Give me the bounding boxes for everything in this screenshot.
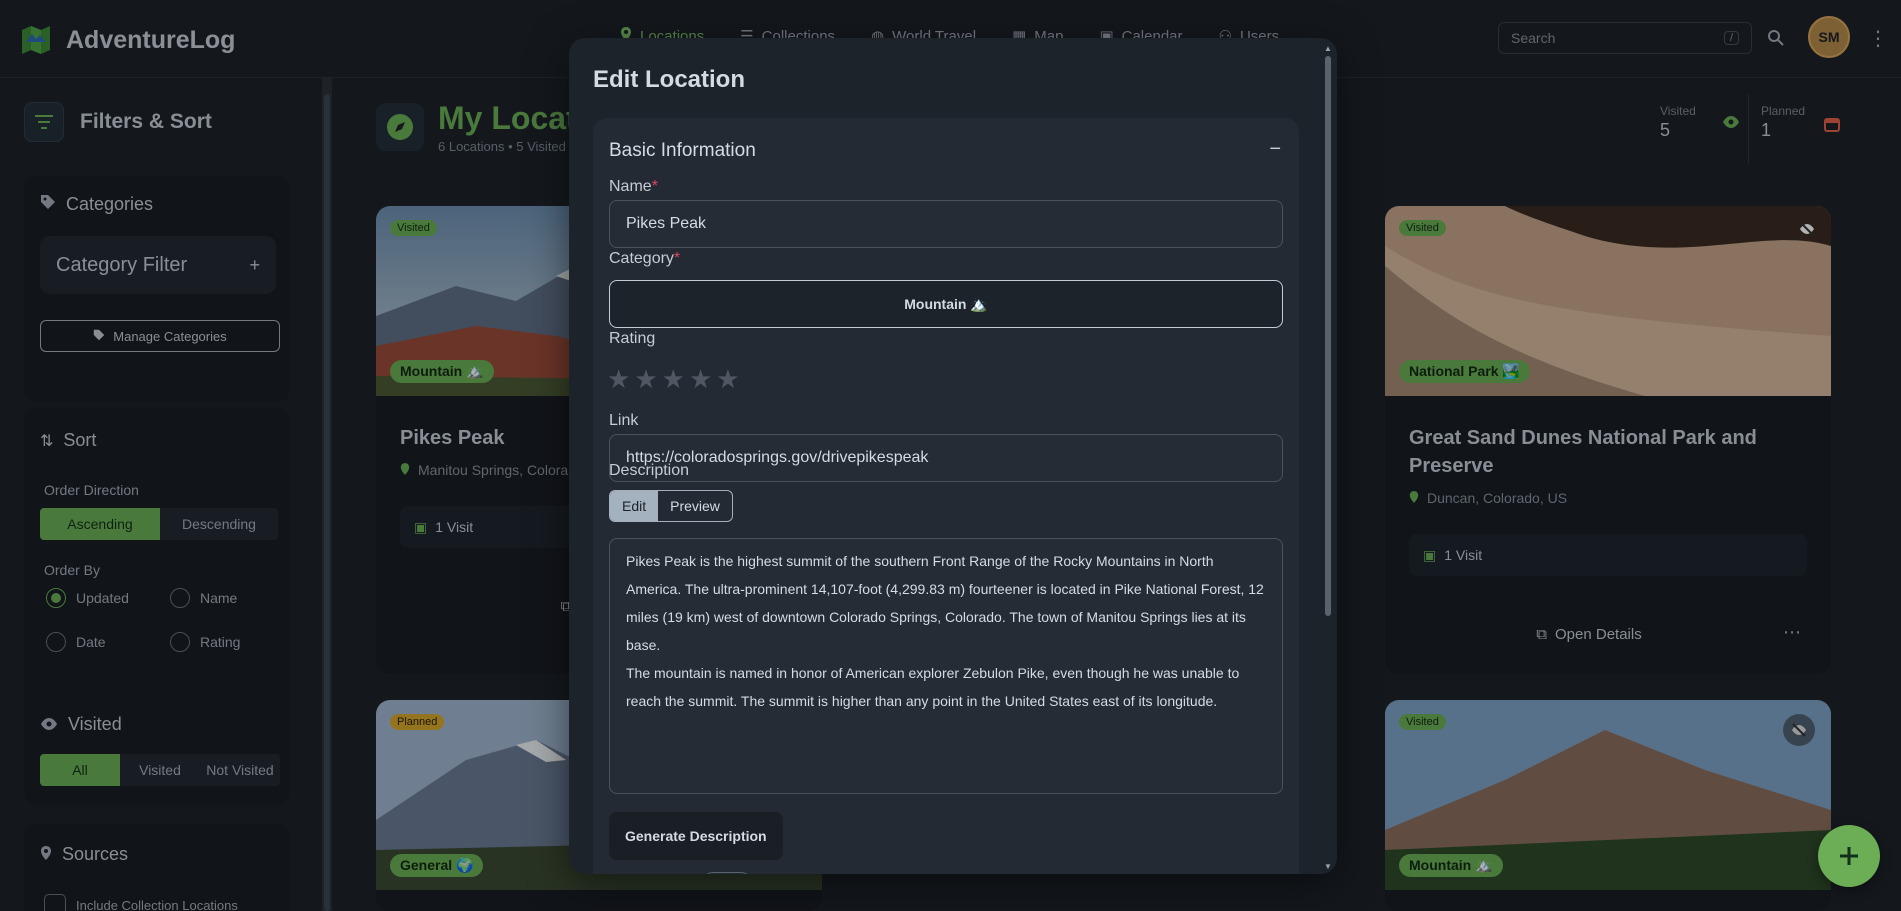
name-field[interactable]: Pikes Peak [609,200,1283,248]
scrollbar-thumb[interactable] [1325,56,1331,616]
scroll-up-icon[interactable]: ▲ [1324,44,1332,53]
edit-location-modal: Edit Location Basic Information − Name* … [569,38,1337,874]
modal-title: Edit Location [593,66,745,93]
modal-scrollbar[interactable]: ▲ ▼ [1323,44,1333,872]
collapse-icon[interactable]: − [1269,138,1281,161]
description-textarea[interactable]: Pikes Peak is the highest summit of the … [609,538,1283,794]
plus-icon [1840,847,1858,865]
category-select[interactable]: Mountain 🏔️ [609,280,1283,328]
label-text: Name [609,178,652,195]
scroll-down-icon[interactable]: ▼ [1324,862,1332,871]
description-tabs: Edit Preview [609,490,733,522]
description-paragraph: Pikes Peak is the highest summit of the … [626,553,1264,653]
category-label: Category* [609,250,680,268]
tab-preview[interactable]: Preview [658,491,732,521]
rating-label: Rating [609,330,656,347]
star-icon[interactable]: ★ [607,366,630,392]
label-text: Category [609,250,674,267]
basic-information-section: Basic Information − Name* Pikes Peak Cat… [593,118,1299,874]
rating-stars[interactable]: ★ ★ ★ ★ ★ [607,366,740,392]
generate-description-button[interactable]: Generate Description [609,812,783,860]
required-marker: * [673,250,681,267]
add-location-button[interactable] [1818,825,1880,887]
description-paragraph: The mountain is named in honor of Americ… [626,665,1240,709]
link-field[interactable]: https://coloradosprings.gov/drivepikespe… [609,434,1283,482]
star-icon[interactable]: ★ [634,366,657,392]
description-label: Description [609,462,690,479]
partially-hidden-button[interactable] [703,872,751,874]
link-label: Link [609,412,639,429]
required-marker: * [651,178,658,195]
star-icon[interactable]: ★ [689,366,712,392]
name-label: Name* [609,178,658,196]
star-icon[interactable]: ★ [716,366,739,392]
tab-edit[interactable]: Edit [610,491,659,521]
section-title: Basic Information [609,140,756,161]
star-icon[interactable]: ★ [662,366,685,392]
